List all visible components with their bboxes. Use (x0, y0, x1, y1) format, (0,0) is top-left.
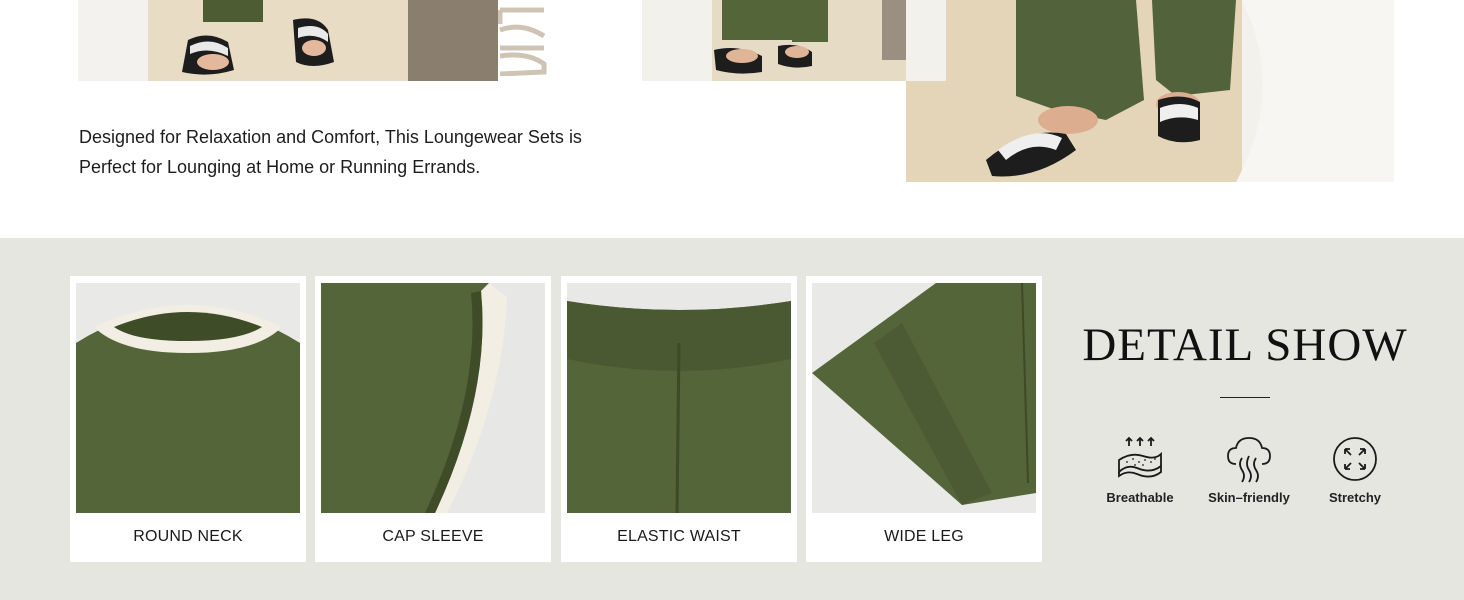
intro-description: Designed for Relaxation and Comfort, Thi… (79, 122, 599, 182)
cap-sleeve-image (321, 283, 545, 513)
feature-label: Stretchy (1328, 490, 1382, 505)
detail-caption: CAP SLEEVE (382, 528, 484, 545)
stretchy-icon (1330, 434, 1380, 484)
feature-breathable: Breathable (1095, 434, 1185, 505)
detail-section: ROUND NECK CAP SLEEVE ELASTIC WAIST WIDE… (0, 238, 1464, 600)
intro-line-2: Perfect for Lounging at Home or Running … (79, 157, 481, 177)
round-neck-image (76, 283, 300, 513)
detail-caption: ROUND NECK (133, 528, 243, 545)
detail-caption: WIDE LEG (884, 528, 964, 545)
elastic-waist-image (567, 283, 791, 513)
intro-line-1: Designed for Relaxation and Comfort, Thi… (79, 127, 582, 147)
detail-card-wide-leg: WIDE LEG (806, 276, 1042, 562)
detail-card-round-neck: ROUND NECK (70, 276, 306, 562)
breathable-icon (1115, 434, 1165, 484)
product-photo-slides-right (906, 0, 1394, 182)
detail-card-elastic-waist: ELASTIC WAIST (561, 276, 797, 562)
detail-card-cap-sleeve: CAP SLEEVE (315, 276, 551, 562)
product-photo-slides-middle (642, 0, 935, 81)
product-photo-slides-left (78, 0, 498, 81)
detail-show-title: DETAIL SHOW (1082, 319, 1408, 371)
title-divider (1220, 397, 1270, 398)
feature-label: Breathable (1106, 490, 1174, 505)
feature-skin-friendly: Skin–friendly (1204, 434, 1294, 505)
skin-friendly-icon (1224, 434, 1274, 484)
feature-label: Skin–friendly (1208, 490, 1290, 505)
detail-caption: ELASTIC WAIST (617, 528, 741, 545)
decorative-serif-letters (498, 0, 548, 76)
feature-stretchy: Stretchy (1310, 434, 1400, 505)
wide-leg-image (812, 283, 1036, 513)
